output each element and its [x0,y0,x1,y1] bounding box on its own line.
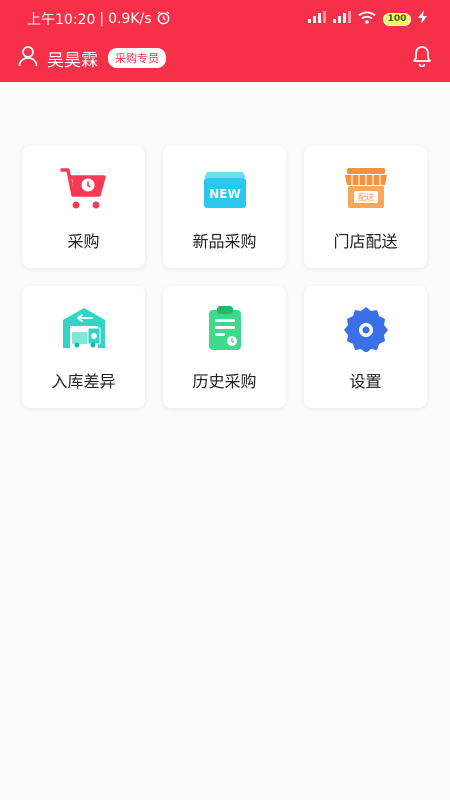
app-header: 上午10:20 | 0.9K/s 100 吴昊霖 采购专员 [0,0,450,82]
alarm-icon [156,10,171,29]
status-bar: 上午10:20 | 0.9K/s 100 [0,0,450,38]
menu-card-inbound-difference[interactable]: 入库差异 [22,286,145,408]
signal-hd-icon [333,11,351,27]
role-badge: 采购专员 [108,48,166,68]
menu-label: 历史采购 [192,372,257,391]
user-name: 吴昊霖 [47,50,98,71]
warehouse-truck-icon [60,304,108,352]
bell-icon[interactable] [412,45,432,71]
charging-icon [418,10,428,28]
menu-card-settings[interactable]: 设置 [304,286,427,408]
clipboard-icon [201,304,249,352]
wifi-icon [358,11,376,28]
menu-label: 采购 [67,232,100,251]
menu-label: 门店配送 [333,232,398,251]
menu-card-store-delivery[interactable]: 配送 门店配送 [304,146,427,268]
battery-icon: 100 [383,12,411,26]
menu-grid: 采购 NEW 新品采购 配送 门店配送 入库差异 历史采购 设置 [22,146,428,408]
shopping-cart-icon [59,164,108,212]
user-row: 吴昊霖 采购专员 [18,44,432,72]
status-time: 上午10:20 [27,12,96,28]
menu-label: 设置 [349,372,382,391]
store-icon-text: 配送 [358,192,374,202]
menu-card-purchase-history[interactable]: 历史采购 [163,286,286,408]
menu-card-new-purchase[interactable]: NEW 新品采购 [163,146,286,268]
new-box-icon: NEW [201,164,249,212]
store-icon: 配送 [342,164,390,212]
signal-icon [308,11,326,27]
user-icon[interactable] [18,45,38,71]
status-divider: | [99,11,105,27]
menu-label: 新品采购 [192,232,257,251]
status-speed: 0.9K/s [108,11,152,27]
menu-label: 入库差异 [51,372,116,391]
gear-icon [342,304,390,353]
menu-card-purchase[interactable]: 采购 [22,146,145,268]
new-box-text: NEW [209,187,240,201]
